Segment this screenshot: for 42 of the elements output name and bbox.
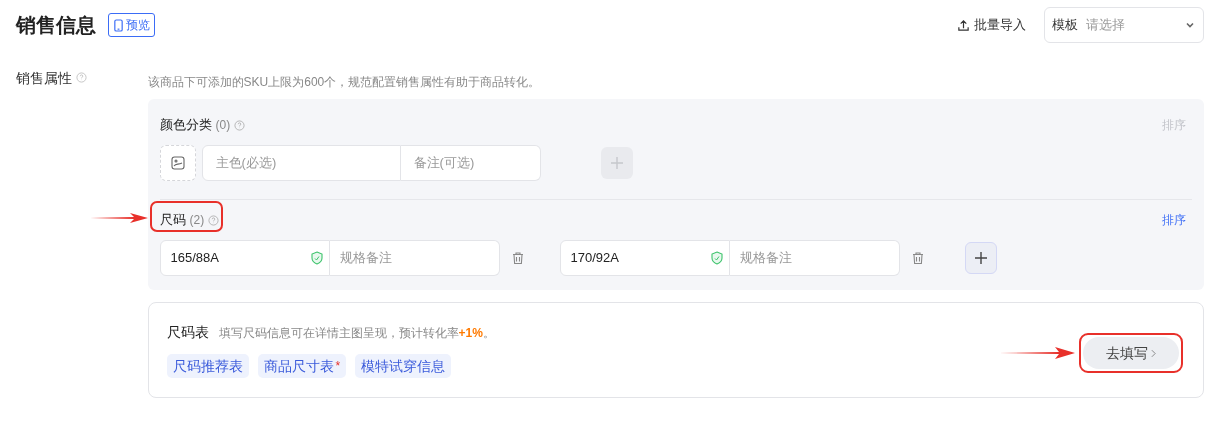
shield-icon (310, 251, 323, 265)
note-input[interactable]: 规格备注 (729, 240, 900, 276)
item-count: (0) (215, 117, 231, 134)
color-input[interactable]: 主色(必选) (201, 145, 401, 181)
card-title: 尺码表 (166, 323, 209, 342)
preview-button[interactable]: 预览 (108, 13, 155, 37)
add-button[interactable] (964, 242, 997, 274)
fill-in-button[interactable]: 去填写 (1083, 337, 1179, 369)
help-icon (76, 72, 87, 83)
size-chart-tag[interactable]: 尺码推荐表 (166, 354, 249, 378)
image-icon (169, 155, 186, 171)
card-hint: 填写尺码信息可在详情主图呈现，预计转化率+1%。 (218, 325, 495, 342)
hint-text: 该商品下可添加的SKU上限为600个，规范配置销售属性有助于商品转化。 (147, 74, 542, 91)
upload-icon (957, 18, 970, 32)
size-input[interactable]: 165/88A (159, 240, 330, 276)
trash-icon (910, 251, 925, 265)
size-chart-tag[interactable]: 模特试穿信息 (355, 354, 452, 378)
note-input[interactable]: 备注(可选) (400, 145, 541, 181)
plus-icon (972, 250, 989, 266)
page-title: 销售信息 (16, 13, 96, 38)
select-placeholder: 请选择 (1086, 16, 1126, 35)
plus-icon (608, 155, 625, 171)
template-select[interactable]: 模板 请选择 (1044, 7, 1204, 43)
select-label: 模板 (1052, 16, 1078, 35)
import-button[interactable]: 批量导入 (957, 15, 1026, 35)
chevron-right-icon (1151, 348, 1156, 358)
size-chart-tag[interactable]: 商品尺寸表* (257, 354, 347, 378)
shield-icon (710, 251, 723, 265)
size-value: 170/92A (570, 249, 620, 268)
size-value: 165/88A (170, 249, 220, 268)
help-icon (208, 214, 220, 226)
note-input[interactable]: 规格备注 (329, 240, 500, 276)
help-icon (234, 119, 246, 131)
image-upload[interactable] (159, 145, 196, 181)
phone-icon (113, 18, 124, 32)
size-input[interactable]: 170/92A (559, 240, 730, 276)
sort-button[interactable]: 排序 (1162, 211, 1186, 229)
section-title: 颜色分类 (159, 116, 212, 135)
item-count: (2) (189, 212, 205, 229)
section-title: 尺码 (159, 211, 186, 230)
trash-icon (510, 251, 525, 265)
field-label: 销售属性 (16, 69, 72, 88)
